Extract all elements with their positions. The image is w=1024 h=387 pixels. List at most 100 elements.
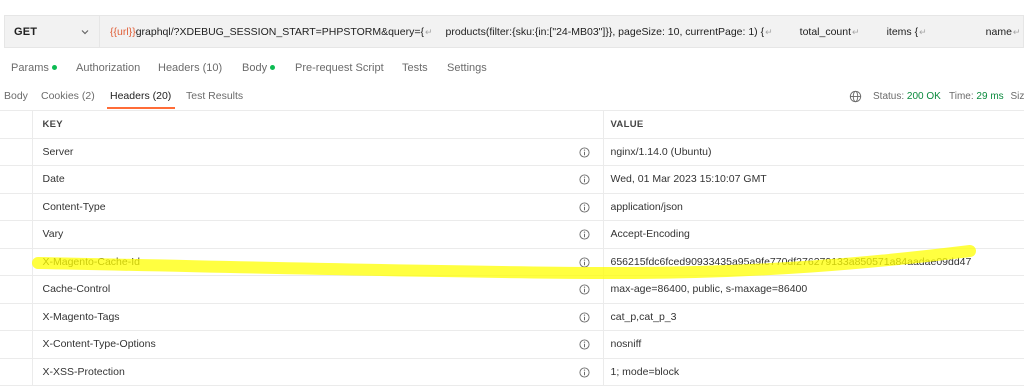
size-label: Siz [1010,91,1024,102]
table-body: Server nginx/1.14.0 (Ubuntu) Date Wed, 01 M… [0,138,1024,386]
table-row: X-Magento-Cache-Id 656215fdc6fced90933435… [0,248,1024,276]
response-headers-table: KEY VALUE Server nginx/1.14.0 (Ubuntu) Dat… [0,110,1024,386]
header-key: Vary [42,228,64,241]
return-arrow-icon: ↵ [765,26,773,37]
time-value[interactable]: 29 ms [976,91,1003,102]
header-key-cell[interactable]: Server [32,138,604,166]
return-arrow-icon: ↵ [852,26,860,37]
info-icon[interactable] [578,339,590,350]
request-url-bar: GET {{url}}graphql/?XDEBUG_SESSION_START… [0,0,1024,50]
header-key: X-Magento-Cache-Id [42,255,140,268]
info-icon[interactable] [578,284,590,295]
header-value[interactable]: Accept-Encoding [603,220,1024,249]
header-key: Server [42,145,74,158]
url-segment-4: items {↵ [887,26,928,38]
header-key-cell[interactable]: Date [32,165,604,194]
time-label: Time: [949,91,974,102]
tab-response-body[interactable]: Body [4,90,28,102]
tab-body-label: Body [242,62,268,74]
header-value[interactable]: max-age=86400, public, s-maxage=86400 [603,275,1024,304]
url-segment-4-text: items { [886,25,919,38]
return-arrow-icon: ↵ [425,26,433,37]
status-value[interactable]: 200 OK [907,91,941,102]
header-key: X-Magento-Tags [42,310,120,323]
info-icon[interactable] [578,174,590,185]
header-value[interactable]: Wed, 01 Mar 2023 15:10:07 GMT [603,165,1024,194]
header-key: X-XSS-Protection [42,365,125,378]
url-segment-2-text: products(filter:{sku:{in:["24-MB03"]}}, … [445,25,765,38]
tab-body[interactable]: Body [242,62,276,74]
tab-cookies[interactable]: Cookies (2) [41,90,95,102]
response-tabs: Body Cookies (2) Headers (20) Test Resul… [0,86,1024,109]
row-spacer [0,193,33,221]
header-value[interactable]: cat_p,cat_p_3 [603,303,1024,331]
url-segment-2: products(filter:{sku:{in:["24-MB03"]}}, … [446,26,774,38]
header-key-cell[interactable]: X-XSS-Protection [32,358,604,386]
row-spacer [0,303,33,331]
header-key: Date [42,173,65,186]
tab-headers[interactable]: Headers (10) [158,62,222,74]
info-icon[interactable] [578,366,590,378]
tab-pre-request-script[interactable]: Pre-request Script [295,62,384,74]
header-key-cell[interactable]: Content-Type [32,193,604,221]
chevron-down-icon [81,30,89,35]
table-header-spacer [0,110,33,139]
return-arrow-icon: ↵ [919,26,927,37]
row-spacer [0,358,33,386]
header-key-cell[interactable]: Vary [32,220,604,249]
value-column-header: VALUE [603,110,1024,139]
info-icon[interactable] [578,311,590,323]
row-spacer [0,138,33,166]
tab-response-headers[interactable]: Headers (20) [110,90,171,102]
table-row: Date Wed, 01 Mar 2023 15:10:07 GMT [0,165,1024,194]
url-path: graphql/?XDEBUG_SESSION_START=PHPSTORM&q… [135,25,424,38]
row-spacer [0,330,33,359]
header-key: X-Content-Type-Options [42,338,156,351]
tab-params-label: Params [11,62,49,74]
globe-icon[interactable] [849,90,862,103]
url-segment-3: total_count↵ [800,26,861,38]
key-column-header: KEY [32,110,604,139]
header-value[interactable]: nosniff [603,330,1024,359]
header-key-cell[interactable]: X-Content-Type-Options [32,330,604,359]
url-segment-3-text: total_count [799,25,852,38]
header-value[interactable]: 656215fdc6fced90933435a95a9fe770df276279… [603,248,1024,276]
header-value[interactable]: nginx/1.14.0 (Ubuntu) [603,138,1024,166]
header-value[interactable]: application/json [603,193,1024,221]
request-tabs: Params Authorization Headers (10) Body P… [0,58,1024,80]
status-label: Status: [873,91,905,102]
tab-settings[interactable]: Settings [447,62,487,74]
info-icon[interactable] [578,229,590,240]
header-key-cell[interactable]: Cache-Control [32,275,604,304]
table-row: Vary Accept-Encoding [0,220,1024,249]
tab-params[interactable]: Params [11,62,57,74]
table-row: Cache-Control max-age=86400, public, s-ma… [0,275,1024,304]
tab-authorization[interactable]: Authorization [76,62,140,74]
method-select[interactable]: GET [4,15,99,48]
info-icon[interactable] [578,146,590,158]
status-dot-icon [270,64,276,70]
header-key-cell[interactable]: X-Magento-Tags [32,303,604,331]
url-segment-5: name↵ [986,26,1022,38]
table-row: Content-Type application/json [0,193,1024,221]
table-row: X-Magento-Tags cat_p,cat_p_3 [0,303,1024,331]
url-segment-5-text: name [985,25,1012,38]
table-row: X-Content-Type-Options nosniff [0,330,1024,359]
status-dot-icon [51,64,57,70]
table-row: Server nginx/1.14.0 (Ubuntu) [0,138,1024,166]
active-tab-indicator [107,107,175,109]
url-input[interactable]: {{url}}graphql/?XDEBUG_SESSION_START=PHP… [99,15,1024,48]
row-spacer [0,248,33,276]
info-icon[interactable] [578,201,590,213]
header-key-cell[interactable]: X-Magento-Cache-Id [32,248,604,276]
return-arrow-icon: ↵ [1012,26,1021,37]
url-segment-1: {{url}}graphql/?XDEBUG_SESSION_START=PHP… [110,26,434,38]
tab-test-results[interactable]: Test Results [186,90,243,102]
row-spacer [0,275,33,304]
tab-tests[interactable]: Tests [402,62,428,74]
info-icon[interactable] [578,256,590,268]
header-value[interactable]: 1; mode=block [603,358,1024,386]
table-header-row: KEY VALUE [0,110,1024,139]
header-key: Cache-Control [42,283,111,296]
row-spacer [0,165,33,194]
